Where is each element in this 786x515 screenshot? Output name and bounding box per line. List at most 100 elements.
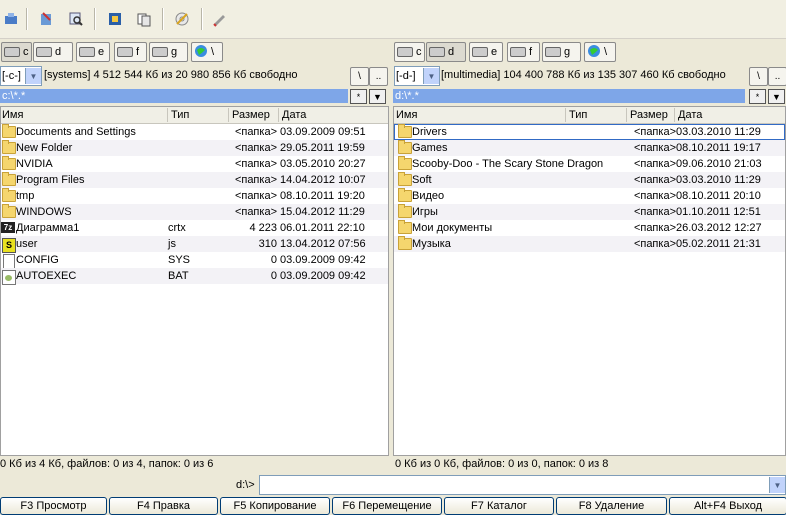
file-row[interactable]: Видео <папка> 08.10.2011 20:10 (394, 188, 785, 204)
fkey-button-4[interactable]: F4 Правка (109, 497, 218, 515)
file-row[interactable]: Игры <папка> 01.10.2011 12:51 (394, 204, 785, 220)
fkey-button-8[interactable]: F8 Удаление (556, 497, 667, 515)
tools-icon[interactable] (35, 9, 57, 29)
file-size: <папка> (633, 174, 676, 186)
right-drive-combo[interactable]: [-d-] ▼ (394, 66, 440, 86)
column-date-header[interactable]: Дата (678, 109, 702, 121)
left-up-button[interactable]: .. (369, 67, 388, 86)
drive-button-f[interactable]: f (114, 42, 147, 62)
right-hotlist-button[interactable]: ▼ (768, 89, 785, 104)
file-date: 03.03.2010 11:29 (676, 126, 761, 138)
file-size: 4 223 (249, 222, 277, 234)
drive-label: e (98, 46, 105, 58)
drive-button-e[interactable]: e (76, 42, 110, 62)
right-path[interactable]: d:\*.* (393, 89, 745, 103)
file-name: Музыка (412, 238, 451, 250)
folder-icon (398, 124, 412, 138)
file-size: <папка> (234, 206, 277, 218)
file-row[interactable]: AUTOEXEC BAT 0 03.09.2009 09:42 (1, 268, 388, 285)
left-file-panel[interactable]: Имя Тип Размер Дата Documents and Settin… (0, 106, 389, 456)
column-date-header[interactable]: Дата (282, 109, 306, 121)
search-icon[interactable] (65, 9, 87, 29)
drive-button-d[interactable]: d (33, 42, 73, 62)
drive-button-c[interactable]: c (394, 42, 425, 62)
network-icon[interactable] (0, 9, 22, 29)
column-name-header[interactable]: Имя (2, 109, 23, 121)
right-drive-bar: c d e f g \ (393, 42, 786, 62)
file-name: CONFIG (16, 254, 59, 266)
file-name: Documents and Settings (16, 126, 136, 138)
pen-icon[interactable] (208, 9, 230, 29)
drive-button-network[interactable]: \ (584, 42, 616, 62)
column-size-header[interactable]: Размер (630, 109, 668, 121)
fkey-button-6[interactable]: F6 Перемещение (332, 497, 442, 515)
file-row[interactable]: tmp <папка> 08.10.2011 19:20 (1, 188, 388, 204)
column-size-header[interactable]: Размер (232, 109, 270, 121)
left-path[interactable]: c:\*.* (0, 89, 348, 103)
file-row[interactable]: 7z Диаграмма1 crtx 4 223 06.01.2011 22:10 (1, 220, 388, 236)
cd-burn-icon[interactable] (171, 9, 193, 29)
drive-label: d (55, 46, 62, 58)
copy-files-icon[interactable] (133, 9, 155, 29)
column-ext-header[interactable]: Тип (171, 109, 189, 121)
column-ext-header[interactable]: Тип (569, 109, 587, 121)
drive-button-c[interactable]: c (1, 42, 32, 62)
fkey-button-5[interactable]: F5 Копирование (220, 497, 330, 515)
drive-button-d[interactable]: d (426, 42, 466, 62)
command-input[interactable]: ▼ (259, 475, 786, 495)
left-hotlist-button[interactable]: ▼ (369, 89, 386, 104)
file-row[interactable]: Музыка <папка> 05.02.2011 21:31 (394, 236, 785, 252)
right-root-button[interactable]: \ (749, 67, 768, 86)
right-file-panel[interactable]: Имя Тип Размер Дата Drivers <папка> 03.03.… (393, 106, 786, 456)
toolbar (0, 0, 786, 39)
chevron-down-icon[interactable]: ▼ (423, 68, 439, 84)
right-info-bar: [-d-] ▼ [multimedia] 104 400 788 Кб из 1… (393, 66, 786, 86)
right-status-bar: 0 Кб из 0 Кб, файлов: 0 из 0, папок: 0 и… (395, 458, 609, 470)
left-path-bar: c:\*.* * ▼ (0, 89, 390, 104)
file-row[interactable]: Games <папка> 08.10.2011 19:17 (394, 140, 785, 156)
file-row[interactable]: NVIDIA <папка> 03.05.2010 20:27 (1, 156, 388, 172)
file-row[interactable]: Program Files <папка> 14.04.2012 10:07 (1, 172, 388, 188)
toolbar-separator (162, 8, 164, 30)
file-row[interactable]: CONFIG SYS 0 03.09.2009 09:42 (1, 252, 388, 269)
left-drive-bar: c d e f g \ (0, 42, 390, 62)
right-history-button[interactable]: * (749, 89, 766, 104)
left-history-button[interactable]: * (350, 89, 367, 104)
file-name: Games (412, 142, 448, 154)
fkey-button-7[interactable]: F7 Каталог (444, 497, 554, 515)
right-drive-combo-value: [-d-] (396, 70, 416, 82)
file-date: 08.10.2011 20:10 (676, 190, 761, 202)
file-date: 03.09.2009 09:42 (280, 270, 366, 282)
folder-icon (398, 204, 412, 218)
drive-button-g[interactable]: g (542, 42, 581, 62)
drive-button-e[interactable]: e (469, 42, 503, 62)
drive-label: e (491, 46, 498, 58)
drive-button-f[interactable]: f (507, 42, 540, 62)
file-row[interactable]: Scooby-Doo - The Scary Stone Dragon <папк… (394, 156, 785, 172)
fkey-button-3[interactable]: F3 Просмотр (0, 497, 107, 515)
chevron-down-icon[interactable]: ▼ (769, 477, 785, 493)
folder-icon (398, 156, 412, 170)
folder-icon (398, 188, 412, 202)
left-root-button[interactable]: \ (350, 67, 369, 86)
left-drive-combo[interactable]: [-c-] ▼ (0, 66, 42, 86)
drive-button-network[interactable]: \ (191, 42, 223, 62)
file-row[interactable]: Suser js 310 13.04.2012 07:56 (1, 236, 388, 253)
file-row[interactable]: Drivers <папка> 03.03.2010 11:29 (394, 124, 785, 140)
folder-icon (2, 140, 16, 154)
file-size: <папка> (633, 222, 676, 234)
file-row[interactable]: Documents and Settings <папка> 03.09.2009 … (1, 124, 388, 140)
windows-icon[interactable] (104, 9, 126, 29)
file-row[interactable]: Мои документы <папка> 26.03.2012 12:27 (394, 220, 785, 236)
drive-button-g[interactable]: g (149, 42, 188, 62)
right-up-button[interactable]: .. (768, 67, 786, 86)
file-name: Диаграмма1 (16, 222, 80, 234)
fkey-button-9[interactable]: Alt+F4 Выход (669, 497, 786, 515)
file-row[interactable]: Soft <папка> 03.03.2010 11:29 (394, 172, 785, 188)
file-row[interactable]: New Folder <папка> 29.05.2011 19:59 (1, 140, 388, 156)
file-date: 03.05.2010 20:27 (280, 158, 366, 170)
chevron-down-icon[interactable]: ▼ (25, 68, 41, 84)
column-name-header[interactable]: Имя (396, 109, 417, 121)
file-name: Scooby-Doo - The Scary Stone Dragon (412, 158, 604, 170)
file-row[interactable]: WINDOWS <папка> 15.04.2012 11:29 (1, 204, 388, 220)
